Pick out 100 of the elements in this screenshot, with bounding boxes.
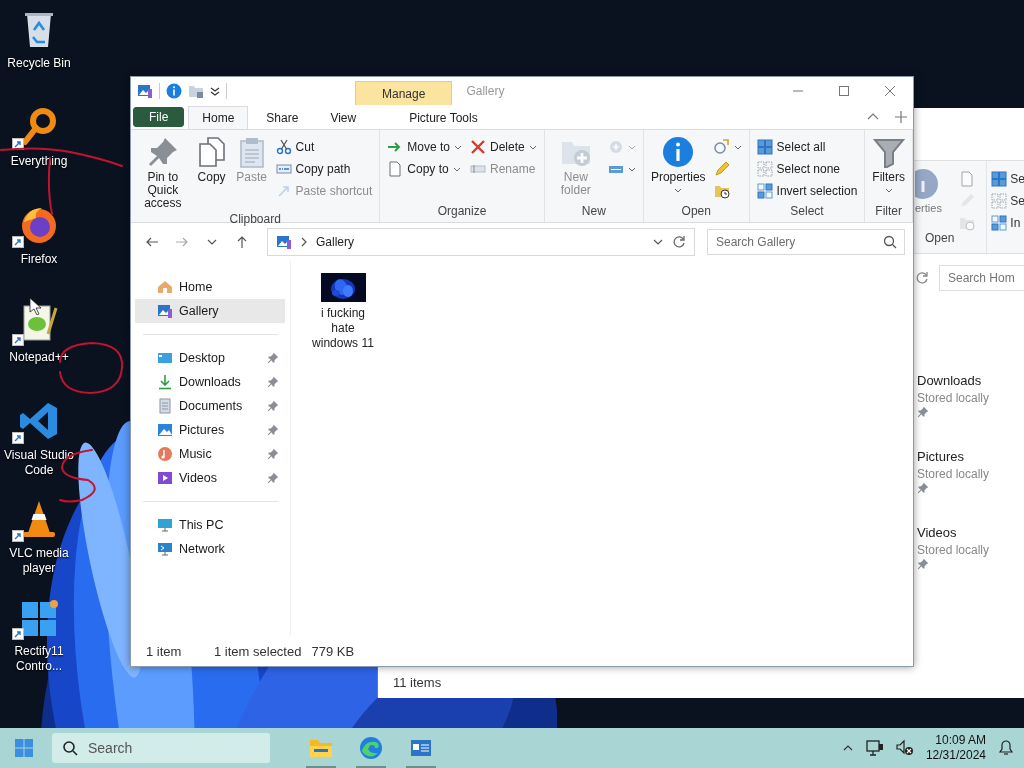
folder-status: Stored locally bbox=[917, 390, 990, 406]
group-label: Organize bbox=[436, 204, 488, 220]
nav-item[interactable]: Home bbox=[135, 275, 285, 299]
info-icon bbox=[662, 136, 695, 168]
icon-label[interactable]: Firefox bbox=[1, 252, 77, 267]
group-label: Clipboard bbox=[228, 212, 282, 226]
ribbon-tab[interactable]: View bbox=[316, 106, 371, 129]
new-folder-icon[interactable] bbox=[188, 83, 204, 99]
ribbon-tab[interactable]: Home bbox=[188, 106, 249, 129]
folder-name[interactable]: Videos bbox=[917, 524, 957, 542]
delete-icon bbox=[470, 139, 486, 155]
volume-muted-icon[interactable] bbox=[895, 739, 914, 757]
ribbon-button[interactable]: Copy to bbox=[384, 158, 465, 180]
group-label: Filter bbox=[874, 204, 903, 220]
help-plus-icon[interactable] bbox=[895, 111, 907, 123]
nav-item[interactable]: Downloads bbox=[135, 370, 285, 394]
search-icon bbox=[883, 235, 897, 249]
start-icon[interactable] bbox=[14, 738, 34, 758]
network-icon bbox=[157, 541, 173, 557]
folder-name[interactable]: Pictures bbox=[917, 448, 964, 466]
gallery-icon bbox=[157, 303, 173, 319]
ribbon-button[interactable]: In bbox=[991, 213, 1024, 233]
nav-item[interactable]: This PC bbox=[135, 513, 285, 537]
history-icon bbox=[713, 183, 730, 199]
arrow-right-icon bbox=[175, 235, 189, 249]
select-none-icon bbox=[991, 193, 1008, 209]
folder-name[interactable]: Downloads bbox=[917, 372, 982, 390]
status-text: 1 item selected bbox=[214, 643, 302, 659]
ribbon-button[interactable]: Cut bbox=[272, 136, 376, 158]
group-label: New bbox=[580, 204, 607, 220]
search-field[interactable]: Search Hom bbox=[939, 265, 1024, 291]
gallery-icon bbox=[276, 234, 292, 250]
group-label: Select bbox=[789, 204, 825, 220]
folder-status: Stored locally bbox=[917, 542, 990, 558]
nav-item[interactable]: Documents bbox=[135, 394, 285, 418]
ribbon-button[interactable]: Copy path bbox=[272, 158, 376, 180]
ribbon-button[interactable]: Delete bbox=[467, 136, 540, 158]
ribbon-button[interactable]: erties bbox=[915, 202, 942, 214]
nav-item[interactable]: Pictures bbox=[135, 418, 285, 442]
ribbon-button[interactable]: Copy bbox=[192, 134, 231, 212]
select-none-icon bbox=[756, 161, 773, 177]
select-all-icon bbox=[756, 139, 773, 155]
file-tab[interactable]: File bbox=[133, 107, 185, 127]
search-field[interactable]: Search Gallery bbox=[707, 229, 905, 255]
ribbon-button[interactable]: Invert selection bbox=[753, 180, 861, 202]
chevron-down-icon[interactable] bbox=[210, 86, 220, 96]
home-icon bbox=[157, 279, 173, 295]
ribbon-button[interactable]: Se bbox=[991, 191, 1024, 211]
notification-icon[interactable] bbox=[998, 740, 1014, 756]
select-all-icon bbox=[991, 171, 1008, 187]
address-bar[interactable]: Gallery bbox=[267, 228, 695, 256]
invert-selection-icon bbox=[991, 215, 1008, 231]
browser-icon[interactable] bbox=[358, 735, 384, 761]
computer-icon bbox=[157, 517, 173, 533]
ribbon-tab[interactable]: Share bbox=[252, 106, 313, 129]
nav-item[interactable]: Gallery bbox=[135, 299, 285, 323]
nav-item[interactable]: Music bbox=[135, 442, 285, 466]
chevron-right-icon bbox=[300, 237, 308, 247]
status-text: 779 KB bbox=[311, 643, 355, 659]
pictures-icon bbox=[157, 422, 173, 438]
refresh-icon[interactable] bbox=[672, 235, 686, 249]
desktop-icon bbox=[157, 350, 173, 366]
ribbon-button[interactable]: Properties bbox=[647, 134, 709, 204]
group-label: Open bbox=[924, 231, 956, 247]
ribbon-button[interactable]: Move to bbox=[384, 136, 465, 158]
arrow-left-icon bbox=[145, 235, 159, 249]
filter-icon bbox=[872, 136, 905, 168]
icon-label[interactable]: Recycle Bin bbox=[1, 56, 77, 71]
nav-item[interactable]: Desktop bbox=[135, 346, 285, 370]
breadcrumb[interactable]: Gallery bbox=[316, 235, 354, 249]
folder-status: Stored locally bbox=[917, 466, 990, 482]
invert-selection-icon bbox=[756, 183, 773, 199]
ribbon-button[interactable]: Filters bbox=[869, 134, 908, 204]
videos-icon bbox=[157, 470, 173, 486]
item-count: 11 items bbox=[393, 675, 442, 690]
desktop-shortcut[interactable]: Recycle Bin bbox=[0, 8, 78, 106]
ribbon-tab[interactable]: Picture Tools bbox=[396, 106, 491, 129]
clock-button[interactable]: 10:09 AM 12/31/2024 bbox=[925, 733, 986, 763]
open-with-icon bbox=[713, 139, 730, 155]
plus-circle-icon bbox=[607, 139, 624, 155]
search-field[interactable]: Search bbox=[52, 733, 270, 763]
pencil-icon bbox=[713, 161, 730, 177]
refresh-icon bbox=[915, 271, 929, 285]
music-icon bbox=[157, 446, 173, 462]
maximize-icon bbox=[838, 85, 850, 97]
ribbon-button[interactable]: Pin to Quick access bbox=[135, 134, 191, 212]
nav-item[interactable]: Network bbox=[135, 537, 285, 561]
context-tab-header[interactable]: Manage bbox=[355, 81, 453, 105]
download-icon bbox=[157, 374, 173, 390]
monitor-icon[interactable] bbox=[865, 739, 884, 757]
close-icon bbox=[884, 85, 896, 97]
file-name[interactable]: i fucking hate windows 11 bbox=[309, 306, 377, 351]
info-icon[interactable] bbox=[166, 83, 182, 99]
ribbon-button[interactable]: Select none bbox=[753, 158, 861, 180]
nav-item[interactable]: Videos bbox=[135, 466, 285, 490]
document-icon bbox=[157, 398, 173, 414]
ribbon-button[interactable]: Select all bbox=[753, 136, 861, 158]
cursor-icon bbox=[29, 297, 41, 315]
ribbon-button[interactable]: Se bbox=[991, 169, 1024, 189]
gallery-icon[interactable] bbox=[137, 83, 153, 99]
